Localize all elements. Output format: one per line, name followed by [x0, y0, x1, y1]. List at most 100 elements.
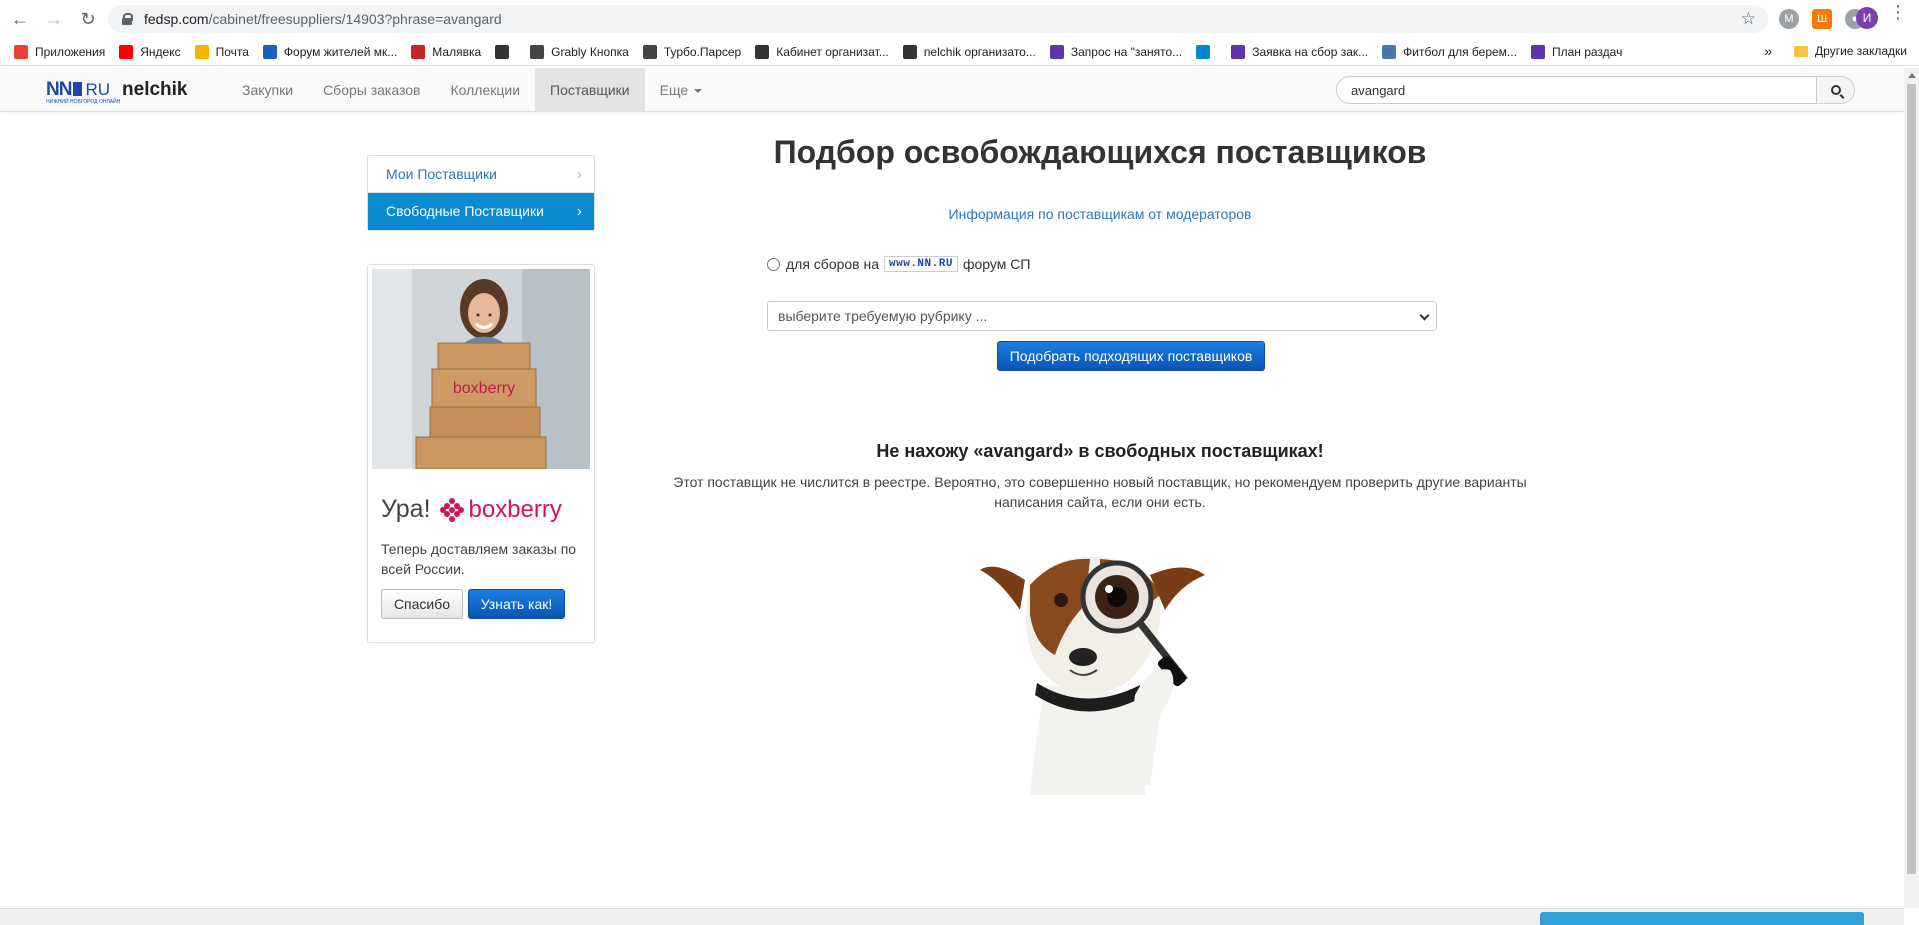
reload-icon[interactable]: ↻: [74, 5, 102, 33]
not-found-text: Этот поставщик не числится в реестре. Ве…: [673, 474, 1527, 510]
nnru-logo-ru: RU: [85, 80, 111, 99]
rubric-select-value: выберите требуемую рубрику ...: [778, 308, 988, 324]
sidebar-item-label: Свободные Поставщики: [386, 203, 544, 219]
bookmark-item[interactable]: [1196, 44, 1217, 59]
bookmark-label: Grably Кнопка: [551, 44, 629, 59]
feedback-tab[interactable]: [1540, 912, 1864, 925]
bookmark-favicon-icon: [1196, 44, 1211, 59]
rubric-select[interactable]: выберите требуемую рубрику ...: [767, 301, 1437, 331]
bookmark-label: Кабинет организат...: [776, 44, 889, 59]
bookmark-item[interactable]: Турбо.Парсер: [642, 44, 742, 59]
moderators-info-link[interactable]: Информация по поставщикам от модераторов: [650, 206, 1550, 222]
pick-suppliers-button[interactable]: Подобрать подходящих поставщиков: [997, 341, 1265, 371]
bookmark-favicon-icon: [1530, 44, 1545, 59]
search-button[interactable]: [1817, 76, 1855, 104]
chevron-right-icon: ›: [576, 203, 582, 220]
bookmark-star-icon[interactable]: ☆: [1741, 9, 1756, 29]
promo-thanks-button[interactable]: Спасибо: [381, 589, 463, 619]
other-bookmarks-link[interactable]: Другие закладки: [1815, 44, 1907, 58]
bookmark-label: Яндекс: [140, 44, 181, 59]
bookmark-item[interactable]: nelchik организато...: [902, 44, 1036, 59]
bookmark-label: Форум жителей мк...: [283, 44, 398, 59]
bookmark-label: nelchik организато...: [923, 44, 1036, 59]
bookmarks-bar: Приложения Яндекс Почта Форум жителей мк...…: [0, 38, 1919, 66]
sidebar-item-free-suppliers[interactable]: Свободные Поставщики ›: [368, 193, 594, 230]
boxberry-promo: boxberry Ура! boxberry Теперь доставляем…: [367, 264, 595, 643]
chevron-down-icon: [1419, 310, 1430, 321]
bookmark-favicon-icon: [530, 44, 545, 59]
back-arrow-icon[interactable]: ←: [6, 5, 34, 33]
nnru-badge: www.NN.RU: [884, 256, 958, 272]
bookmarks-more-chevron-icon[interactable]: »: [1764, 43, 1772, 59]
caret-down-icon: [694, 89, 703, 93]
folder-icon: [1794, 45, 1809, 57]
sidebar-item-my-suppliers[interactable]: Мои Поставщики ›: [368, 156, 594, 193]
nav-order-collections[interactable]: Сборы заказов: [308, 68, 435, 112]
bookmark-favicon-icon: [194, 44, 209, 59]
bookmark-item[interactable]: Фитбол для берем...: [1382, 44, 1517, 59]
bookmark-favicon-icon: [411, 44, 426, 59]
sidebar-item-label: Мои Поставщики: [386, 166, 497, 182]
main-nav: Закупки Сборы заказов Коллекции Поставщи…: [227, 68, 717, 112]
bookmarks-overflow: » Другие закладки: [1764, 43, 1907, 59]
bookmark-item[interactable]: Заявка на сбор зак...: [1231, 44, 1369, 59]
forward-arrow-icon[interactable]: →: [40, 5, 68, 33]
browser-toolbar: ← → ↻ fedsp.com/cabinet/freesuppliers/14…: [0, 0, 1919, 38]
bookmark-item[interactable]: Приложения: [14, 44, 106, 59]
bookmark-item[interactable]: [495, 44, 516, 59]
boxberry-brand: boxberry: [468, 495, 562, 523]
site-navbar: NN RU НИЖНИЙ НОВГОРОД ОНЛАЙН nelchik Зак…: [0, 68, 1904, 112]
bookmark-label: Заявка на сбор зак...: [1252, 44, 1369, 59]
radio-label-prefix: для сборов на: [786, 256, 880, 272]
bookmark-favicon-icon: [902, 44, 917, 59]
bookmark-favicon-icon: [119, 44, 134, 59]
page-title: Подбор освобождающихся поставщиков: [773, 134, 1427, 170]
suppliers-sidebar: Мои Поставщики › Свободные Поставщики ›: [367, 155, 595, 231]
bookmark-favicon-icon: [1231, 44, 1246, 59]
bookmark-item[interactable]: Яндекс: [119, 44, 181, 59]
bookmark-label: Турбо.Парсер: [663, 44, 742, 59]
chevron-right-icon: ›: [576, 166, 582, 183]
nav-more-label: Еще: [659, 82, 689, 98]
extension-m-icon[interactable]: M: [1779, 9, 1799, 29]
search-icon: [1830, 85, 1841, 95]
bookmark-label: Запрос на "занято...: [1070, 44, 1183, 59]
forum-radio[interactable]: [767, 257, 780, 271]
bookmark-label: Приложения: [35, 44, 106, 59]
nav-more-dropdown[interactable]: Еще: [645, 68, 718, 112]
extension-orange-icon[interactable]: Ш: [1812, 9, 1832, 29]
profile-avatar[interactable]: И: [1856, 7, 1878, 29]
promo-learn-button[interactable]: Узнать как!: [468, 589, 565, 619]
bookmark-item[interactable]: Почта: [194, 44, 249, 59]
address-bar[interactable]: fedsp.com/cabinet/freesuppliers/14903?ph…: [108, 5, 1768, 33]
bookmark-item[interactable]: План раздач: [1530, 44, 1623, 59]
browser-menu-icon[interactable]: ⋮: [1889, 3, 1907, 21]
bookmark-favicon-icon: [495, 44, 510, 59]
scrollbar-thumb[interactable]: [1907, 84, 1916, 874]
scroll-up-arrow-icon[interactable]: [1908, 73, 1916, 78]
bookmark-item[interactable]: Grably Кнопка: [530, 44, 629, 59]
page-scrollbar[interactable]: [1904, 68, 1919, 908]
bookmark-item[interactable]: Форум жителей мк...: [262, 44, 398, 59]
bookmark-favicon-icon: [755, 44, 770, 59]
search-input[interactable]: [1336, 76, 1817, 104]
nav-purchases[interactable]: Закупки: [227, 68, 308, 112]
site-brand[interactable]: NN RU НИЖНИЙ НОВГОРОД ОНЛАЙН nelchik: [46, 79, 188, 105]
radio-label-suffix: форум СП: [962, 256, 1031, 272]
url-host: fedsp.com: [144, 11, 209, 27]
bookmark-favicon-icon: [1049, 44, 1064, 59]
nav-suppliers[interactable]: Поставщики: [535, 68, 645, 112]
svg-text:boxberry: boxberry: [453, 380, 515, 397]
url-path: /cabinet/freesuppliers/14903?phrase=avan…: [208, 11, 502, 27]
nav-collections[interactable]: Коллекции: [435, 68, 535, 112]
dog-magnifier-illustration: [980, 556, 1205, 795]
promo-text: Теперь доставляем заказы по всей России.: [381, 541, 577, 577]
bookmark-item[interactable]: Кабинет организат...: [755, 44, 889, 59]
bookmark-label: Малявка: [432, 44, 482, 59]
bookmark-label: План раздач: [1551, 44, 1623, 59]
forum-radio-row: для сборов на www.NN.RU форум СП: [767, 256, 1030, 272]
bookmark-item[interactable]: Запрос на "занято...: [1049, 44, 1183, 59]
bookmark-label: Почта: [215, 44, 249, 59]
promo-image: boxberry: [372, 269, 590, 469]
bookmark-item[interactable]: Малявка: [411, 44, 482, 59]
